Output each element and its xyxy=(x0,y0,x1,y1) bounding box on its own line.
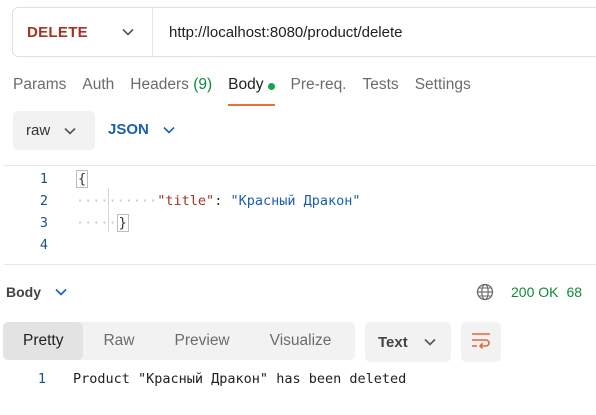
view-tab-label: Raw xyxy=(103,332,135,349)
tab-params[interactable]: Params xyxy=(13,76,66,106)
editor-line: 4 xyxy=(4,234,48,256)
method-selector[interactable]: DELETE xyxy=(13,8,153,56)
response-status[interactable]: 200 OK 68 xyxy=(511,284,582,300)
chevron-down-icon xyxy=(55,288,67,296)
tab-pre-request[interactable]: Pre-req. xyxy=(291,76,347,106)
editor-line: 1 { xyxy=(4,168,89,190)
open-brace: { xyxy=(76,170,89,188)
request-body-editor[interactable]: 1 { 2 ··········"title": "Красный Дракон… xyxy=(4,165,596,265)
tab-body[interactable]: Body xyxy=(228,76,275,106)
body-type-label: raw xyxy=(26,122,51,139)
editor-line: 3 ·····} xyxy=(4,212,129,234)
response-view-tabs: Pretty Raw Preview Visualize xyxy=(3,322,355,360)
tab-label: Body xyxy=(228,76,264,93)
globe-icon[interactable] xyxy=(476,283,494,306)
tab-label: Tests xyxy=(362,76,399,93)
indent-guide xyxy=(108,188,109,232)
tab-label: Pre-req. xyxy=(290,76,347,93)
chevron-down-icon xyxy=(122,28,134,36)
language-dropdown[interactable]: JSON xyxy=(108,121,175,138)
tab-pretty[interactable]: Pretty xyxy=(3,322,84,360)
tab-label: Settings xyxy=(414,76,471,93)
tab-label: Auth xyxy=(82,76,115,93)
tab-visualize[interactable]: Visualize xyxy=(250,322,352,360)
wrap-lines-button[interactable] xyxy=(461,322,501,362)
response-label: Body xyxy=(6,284,41,300)
indent-dots: ·········· xyxy=(76,193,158,209)
close-brace: } xyxy=(116,214,129,232)
response-time: 68 xyxy=(566,284,583,300)
chevron-down-icon xyxy=(424,338,436,346)
indent-dots: ····· xyxy=(76,215,117,231)
editor-line: 2 ··········"title": "Красный Дракон" xyxy=(4,190,361,212)
line-number: 2 xyxy=(39,193,48,209)
headers-count: (9) xyxy=(193,76,213,93)
tab-label: Headers xyxy=(130,76,189,93)
language-label: JSON xyxy=(108,121,149,138)
body-type-dropdown[interactable]: raw xyxy=(13,111,95,150)
body-indicator-dot xyxy=(267,83,275,90)
format-label: Text xyxy=(378,333,408,351)
view-tab-label: Pretty xyxy=(23,332,64,349)
tab-raw[interactable]: Raw xyxy=(83,322,154,360)
tab-auth[interactable]: Auth xyxy=(82,76,114,106)
url-input[interactable]: http://localhost:8080/product/delete xyxy=(153,24,403,41)
json-key: "title" xyxy=(157,193,215,209)
json-value: "Красный Дракон" xyxy=(230,193,361,209)
tab-tests[interactable]: Tests xyxy=(363,76,399,106)
tab-settings[interactable]: Settings xyxy=(415,76,471,106)
response-format-dropdown[interactable]: Text xyxy=(365,322,451,362)
view-tab-label: Visualize xyxy=(269,332,332,349)
view-tab-label: Preview xyxy=(174,332,230,349)
line-number: 1 xyxy=(37,371,46,387)
line-number: 1 xyxy=(39,171,48,187)
chevron-down-icon xyxy=(64,127,76,135)
json-colon: : xyxy=(214,193,231,209)
request-url-bar: DELETE http://localhost:8080/product/del… xyxy=(12,7,596,57)
code-text: { xyxy=(76,170,89,188)
tab-preview[interactable]: Preview xyxy=(155,322,250,360)
code-text: ·····} xyxy=(76,214,129,232)
chevron-down-icon xyxy=(163,126,175,134)
wrap-lines-icon xyxy=(471,331,491,354)
method-label: DELETE xyxy=(27,23,88,41)
request-tabs: Params Auth Headers (9) Body Pre-req. Te… xyxy=(13,76,487,106)
response-body-line: 1 Product "Красный Дракон" has been dele… xyxy=(0,368,406,390)
line-number: 3 xyxy=(39,215,48,231)
response-text: Product "Красный Дракон" has been delete… xyxy=(73,371,407,387)
tab-label: Params xyxy=(13,76,67,93)
line-number: 4 xyxy=(39,237,48,253)
response-body-toggle[interactable]: Body xyxy=(6,284,67,300)
code-text: ··········"title": "Красный Дракон" xyxy=(76,193,361,209)
tab-headers[interactable]: Headers (9) xyxy=(130,76,212,106)
status-code: 200 OK xyxy=(511,284,559,300)
